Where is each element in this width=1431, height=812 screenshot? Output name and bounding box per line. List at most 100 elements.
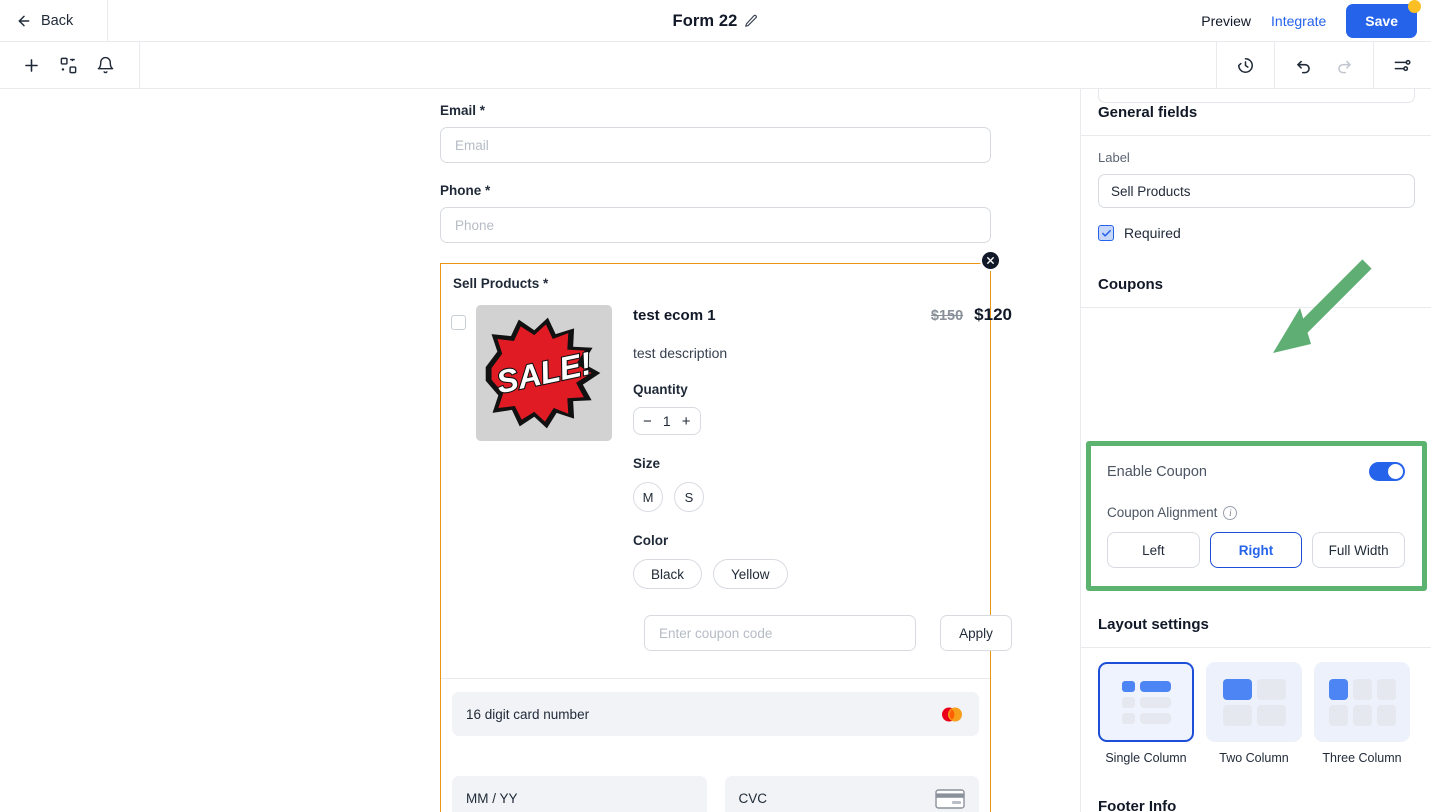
sell-products-block[interactable]: Sell Products * SALE! test ecom 1 $150 $… <box>440 250 1012 812</box>
phone-label-text: Phone <box>440 183 482 198</box>
payment-section: 16 digit card number MM / YY CVC <box>441 679 990 812</box>
single-column-icon[interactable] <box>1098 662 1194 742</box>
top-bar: Back Form 22 Preview Integrate Save <box>0 0 1431 42</box>
coupon-code-input[interactable] <box>644 615 916 651</box>
quantity-stepper[interactable]: − 1 + <box>633 407 701 435</box>
editor-body: Email * Phone * <box>0 89 1431 812</box>
email-label-text: Email <box>440 103 477 118</box>
color-options: Black Yellow <box>633 559 1012 589</box>
quantity-increment-button[interactable]: + <box>682 414 691 429</box>
card-number-placeholder: 16 digit card number <box>466 706 590 722</box>
properties-sidebar: General fields Label Required Coupons La… <box>1080 89 1431 812</box>
enable-coupon-row: Enable Coupon <box>1107 462 1405 481</box>
save-button-label: Save <box>1365 12 1398 29</box>
form-field-phone: Phone * <box>440 183 991 243</box>
three-column-icon[interactable] <box>1314 662 1410 742</box>
phone-field-label: Phone * <box>440 183 991 198</box>
apply-coupon-button[interactable]: Apply <box>940 615 1012 651</box>
sale-badge-icon: SALE! <box>476 305 612 441</box>
back-button[interactable]: Back <box>0 0 108 42</box>
form-builder-app: Back Form 22 Preview Integrate Save Emai… <box>0 0 1431 812</box>
color-option-yellow[interactable]: Yellow <box>713 559 788 589</box>
two-column-label: Two Column <box>1219 751 1289 765</box>
color-option-black[interactable]: Black <box>633 559 703 589</box>
card-expiry-placeholder: MM / YY <box>466 790 518 806</box>
alignment-option-right[interactable]: Right <box>1209 532 1303 568</box>
product-row: SALE! test ecom 1 $150 $120 test descrip… <box>441 291 1012 678</box>
email-input[interactable] <box>440 127 991 163</box>
sell-products-title: Sell Products * <box>441 264 990 291</box>
product-image: SALE! <box>476 305 612 441</box>
elements-icon[interactable] <box>59 56 78 75</box>
undo-icon[interactable] <box>1294 56 1313 75</box>
card-cvc-field[interactable]: CVC <box>724 776 979 812</box>
two-column-icon[interactable] <box>1206 662 1302 742</box>
coupon-alignment-row: Coupon Alignment i <box>1107 505 1405 520</box>
label-caption: Label <box>1098 150 1130 165</box>
card-number-field[interactable]: 16 digit card number <box>452 692 979 736</box>
mastercard-icon <box>939 706 965 723</box>
quantity-decrement-button[interactable]: − <box>643 414 652 429</box>
card-expiry-cvc-row: MM / YY CVC <box>452 776 979 812</box>
product-prices: $150 $120 <box>931 305 1012 325</box>
single-column-label: Single Column <box>1105 751 1187 765</box>
history-icon[interactable] <box>1236 56 1255 75</box>
alignment-option-full-width[interactable]: Full Width <box>1312 532 1406 568</box>
toolbar-undo-redo-group <box>1274 42 1373 88</box>
editor-toolbar <box>0 42 1431 89</box>
page-title: Form 22 <box>672 11 738 30</box>
sell-products-required-mark: * <box>543 276 549 291</box>
toggle-knob <box>1388 464 1403 479</box>
footer-info-heading: Footer Info <box>1081 783 1431 812</box>
layout-option-three-column[interactable]: Three Column <box>1314 662 1410 765</box>
layout-option-two-column[interactable]: Two Column <box>1206 662 1302 765</box>
product-original-price: $150 <box>930 308 964 324</box>
layout-option-single-column[interactable]: Single Column <box>1098 662 1194 765</box>
layout-options: Single Column Two Column Three Column <box>1081 648 1431 765</box>
form-canvas: Email * Phone * <box>0 89 1080 812</box>
size-label: Size <box>633 456 661 471</box>
product-description: test description <box>633 345 728 361</box>
bell-icon[interactable] <box>96 56 115 75</box>
toolbar-settings-group <box>1373 42 1431 88</box>
required-checkbox-row[interactable]: Required <box>1098 225 1414 241</box>
redo-icon[interactable] <box>1335 56 1354 75</box>
three-column-label: Three Column <box>1322 751 1402 765</box>
enable-coupon-label: Enable Coupon <box>1107 463 1207 480</box>
size-option-m[interactable]: M <box>633 482 663 512</box>
scrolled-offscreen-input[interactable] <box>1098 89 1415 103</box>
required-checkbox[interactable] <box>1098 225 1114 241</box>
integrate-button[interactable]: Integrate <box>1261 7 1336 35</box>
product-name: test ecom 1 <box>633 307 716 324</box>
quantity-label: Quantity <box>633 382 688 397</box>
alignment-option-left[interactable]: Left <box>1107 532 1200 568</box>
product-select-checkbox[interactable] <box>451 315 466 330</box>
enable-coupon-toggle[interactable] <box>1369 462 1405 481</box>
card-cvc-placeholder: CVC <box>738 790 768 806</box>
coupons-panel: Enable Coupon Coupon Alignment i Left Ri… <box>1091 446 1422 568</box>
back-label: Back <box>41 13 74 29</box>
top-actions: Preview Integrate Save <box>1191 0 1431 38</box>
phone-input[interactable] <box>440 207 991 243</box>
card-expiry-field[interactable]: MM / YY <box>452 776 707 812</box>
save-button[interactable]: Save <box>1346 0 1421 38</box>
info-icon[interactable]: i <box>1223 505 1238 520</box>
size-option-s[interactable]: S <box>674 482 704 512</box>
plus-icon[interactable] <box>22 56 41 75</box>
pencil-icon[interactable] <box>744 14 758 28</box>
check-icon <box>1101 229 1111 237</box>
settings-sliders-icon[interactable] <box>1393 56 1412 75</box>
label-input[interactable] <box>1098 174 1415 208</box>
close-circle-icon[interactable] <box>980 250 1001 271</box>
coupon-row: Apply <box>633 615 1012 651</box>
size-options: M S <box>633 482 1012 512</box>
form-content: Email * Phone * <box>440 89 1012 812</box>
coupons-heading: Coupons <box>1081 261 1431 308</box>
layout-settings-heading: Layout settings <box>1081 601 1431 648</box>
form-field-email: Email * <box>440 89 991 163</box>
email-field-label: Email * <box>440 103 991 118</box>
preview-button[interactable]: Preview <box>1191 7 1261 35</box>
coupon-alignment-options: Left Right Full Width <box>1107 532 1406 568</box>
required-label: Required <box>1124 225 1181 241</box>
quantity-value: 1 <box>662 413 671 429</box>
